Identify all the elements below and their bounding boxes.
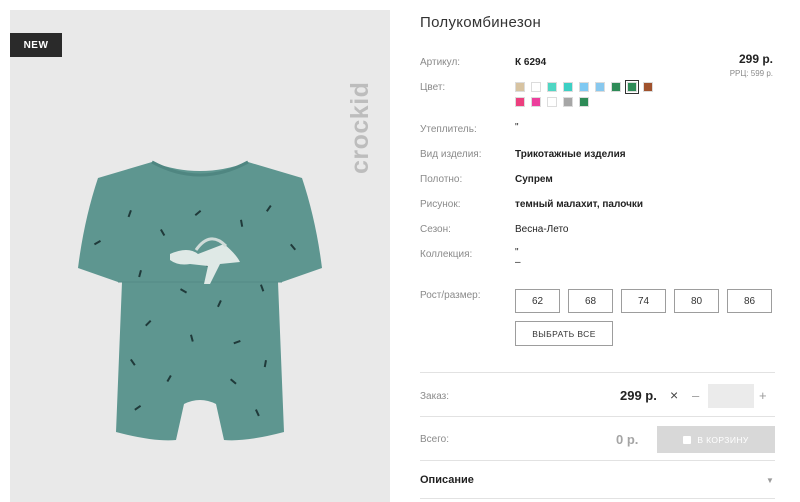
total-value: 0 р. bbox=[616, 432, 639, 447]
size-button-80[interactable]: 80 bbox=[674, 289, 719, 313]
size-button-68[interactable]: 68 bbox=[568, 289, 613, 313]
color-swatch[interactable] bbox=[611, 82, 621, 92]
romper-image bbox=[78, 160, 322, 441]
insulation-label: Утеплитель: bbox=[420, 124, 477, 135]
color-swatch[interactable] bbox=[547, 82, 557, 92]
multiply-sign: × bbox=[670, 387, 679, 403]
size-button-62[interactable]: 62 bbox=[515, 289, 560, 313]
size-button-74[interactable]: 74 bbox=[621, 289, 666, 313]
decrement-button[interactable]: – bbox=[692, 388, 699, 403]
chevron-down-icon[interactable]: ▼ bbox=[766, 476, 774, 485]
shopping-bag-icon bbox=[683, 435, 692, 444]
item-type-value: Трикотажные изделия bbox=[515, 149, 626, 160]
divider bbox=[420, 416, 775, 417]
article-label: Артикул: bbox=[420, 57, 461, 68]
size-button-86[interactable]: 86 bbox=[727, 289, 772, 313]
color-swatch[interactable] bbox=[595, 82, 605, 92]
divider bbox=[420, 460, 775, 461]
color-swatch[interactable] bbox=[625, 80, 639, 94]
description-toggle[interactable]: Описание bbox=[420, 474, 474, 486]
color-swatch[interactable] bbox=[579, 82, 589, 92]
color-label: Цвет: bbox=[420, 82, 446, 93]
add-to-cart-button[interactable]: В КОРЗИНУ bbox=[657, 426, 775, 453]
color-swatch[interactable] bbox=[563, 97, 573, 107]
product-info: Полукомбинезон Артикул: К 6294 299 р. РР… bbox=[420, 0, 795, 502]
insulation-value: " bbox=[515, 122, 519, 133]
page-title: Полукомбинезон bbox=[420, 14, 542, 31]
increment-button[interactable]: + bbox=[759, 388, 767, 403]
print-value: темный малахит, палочки bbox=[515, 199, 644, 210]
article-value: К 6294 bbox=[515, 57, 547, 68]
product-price: 299 р. bbox=[738, 52, 773, 66]
fabric-label: Полотно: bbox=[420, 174, 463, 185]
new-badge: NEW bbox=[10, 33, 62, 57]
color-swatch[interactable] bbox=[531, 82, 541, 92]
color-swatch[interactable] bbox=[515, 82, 525, 92]
collection-label: Коллекция: bbox=[420, 249, 473, 260]
recommended-retail-price: РРЦ: 599 р. bbox=[729, 69, 773, 78]
select-all-sizes-button[interactable]: ВЫБРАТЬ ВСЕ bbox=[515, 321, 613, 346]
size-label: Рост/размер: bbox=[420, 290, 481, 301]
color-swatch[interactable] bbox=[531, 97, 541, 107]
fabric-value: Супрем bbox=[515, 174, 553, 185]
season-value: Весна-Лето bbox=[515, 224, 569, 235]
collection-value-secondary: – bbox=[515, 257, 521, 268]
color-swatch[interactable] bbox=[643, 82, 653, 92]
order-price: 299 р. bbox=[620, 388, 657, 403]
season-label: Сезон: bbox=[420, 224, 451, 235]
divider bbox=[420, 372, 775, 373]
color-swatch[interactable] bbox=[563, 82, 573, 92]
quantity-input[interactable] bbox=[708, 384, 754, 408]
add-to-cart-label: В КОРЗИНУ bbox=[697, 434, 749, 445]
total-label: Всего: bbox=[420, 434, 449, 445]
divider bbox=[420, 498, 775, 499]
item-type-label: Вид изделия: bbox=[420, 149, 482, 160]
print-label: Рисунок: bbox=[420, 199, 461, 210]
color-swatch[interactable] bbox=[579, 97, 589, 107]
product-photo[interactable]: NEW crockid bbox=[10, 10, 390, 502]
color-swatch[interactable] bbox=[547, 97, 557, 107]
color-swatch[interactable] bbox=[515, 97, 525, 107]
brand-watermark: crockid bbox=[346, 24, 374, 174]
brand-logo: crockid bbox=[346, 81, 374, 174]
order-label: Заказ: bbox=[420, 391, 450, 402]
